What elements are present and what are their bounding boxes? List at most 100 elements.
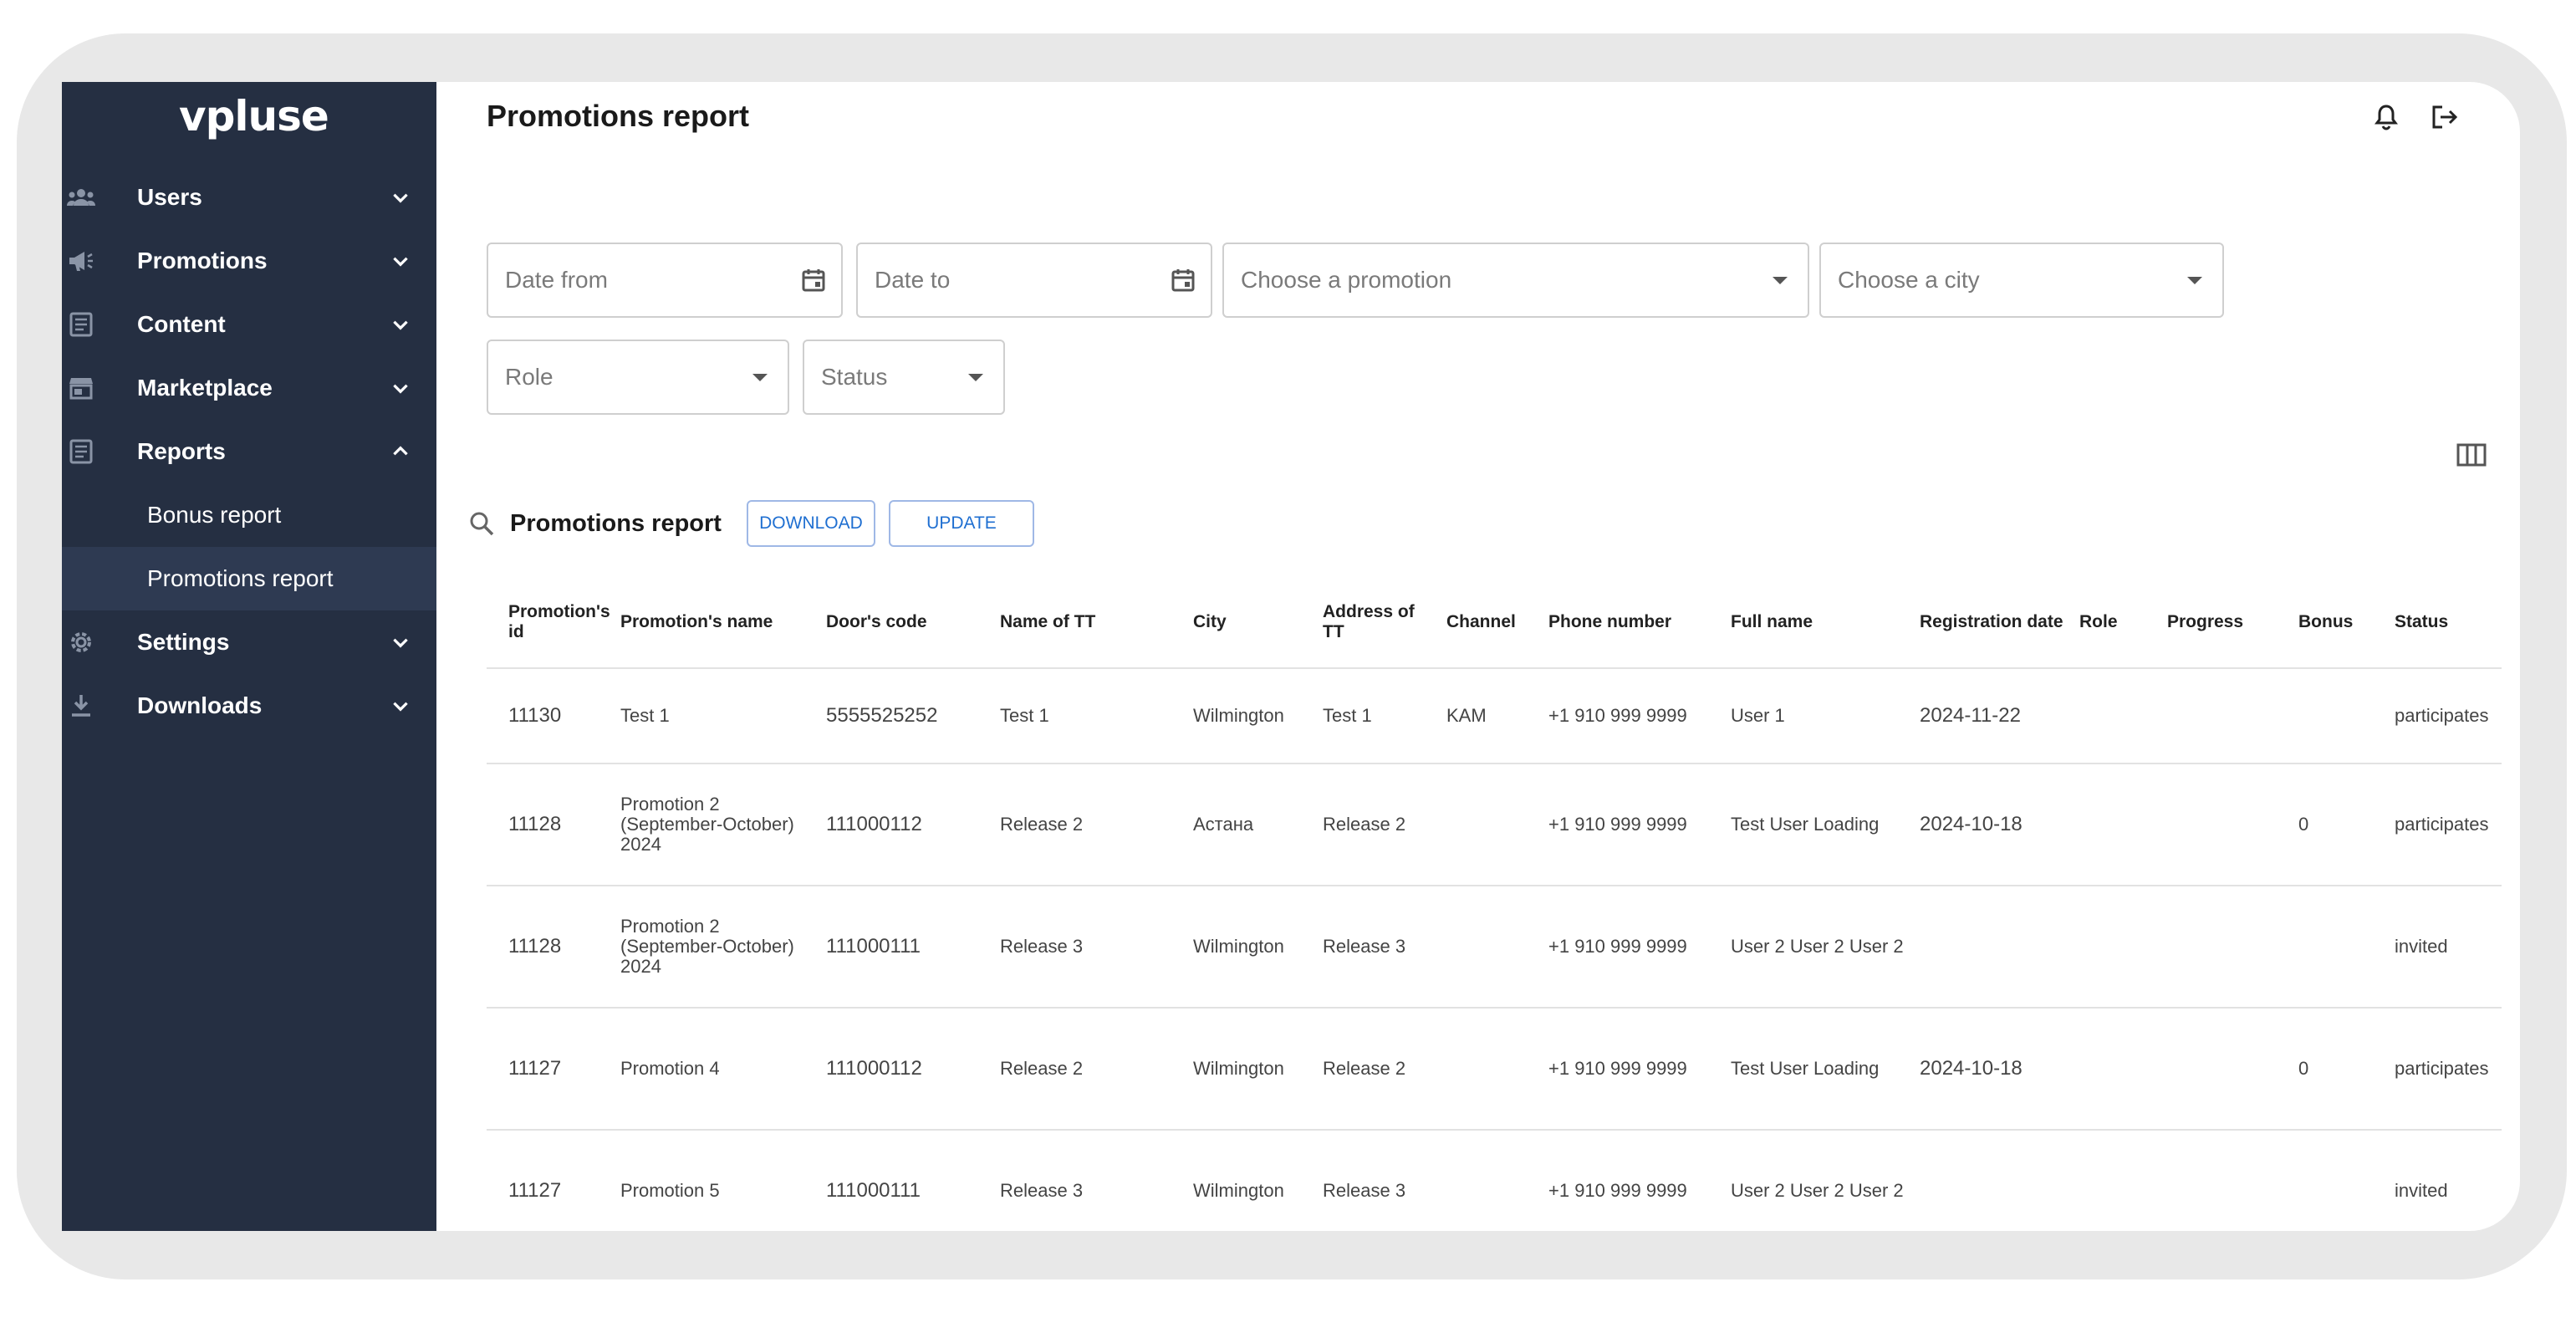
table-cell: 0 <box>2298 814 2309 835</box>
table-cell: Promotion 5 <box>620 1180 720 1201</box>
table-cell <box>2298 1131 2390 1231</box>
sidebar-item-marketplace[interactable]: Marketplace <box>62 356 436 420</box>
table-cell: Promotion 2 (September-October) 2024 <box>620 794 794 855</box>
column-header[interactable]: City <box>1193 592 1319 652</box>
table-cell: Test 1 <box>1323 705 1372 726</box>
page-title: Promotions report <box>487 99 750 133</box>
sidebar-subitem-bonus-report[interactable]: Bonus report <box>62 483 436 547</box>
table-row[interactable]: 11127 Promotion 5 111000111 Release 3 Wilmin… <box>487 1131 2502 1231</box>
sidebar-item-reports[interactable]: Reports <box>62 420 436 483</box>
header-actions <box>2369 100 2461 134</box>
table-cell <box>1446 886 1538 1007</box>
chevron-down-icon <box>393 702 408 712</box>
sidebar-item-content[interactable]: Content <box>62 293 436 356</box>
promotion-select[interactable]: Choose a promotion <box>1222 243 1809 318</box>
sidebar-item-promotions[interactable]: Promotions <box>62 229 436 293</box>
table-cell: Астана <box>1193 814 1254 835</box>
sidebar-item-label: Settings <box>137 629 230 655</box>
table-cell <box>2167 669 2293 763</box>
calendar-icon[interactable] <box>799 266 828 294</box>
table-cell: 111000111 <box>826 1179 921 1202</box>
calendar-icon[interactable] <box>1169 266 1197 294</box>
table-row[interactable]: 11128 Promotion 2 (September-October) 202… <box>487 764 2502 886</box>
promotion-placeholder: Choose a promotion <box>1241 267 1452 293</box>
sidebar-item-users[interactable]: Users <box>62 166 436 229</box>
table-cell: Release 2 <box>1323 1058 1406 1079</box>
store-icon <box>67 374 95 402</box>
column-header[interactable]: Channel <box>1446 592 1538 652</box>
dropdown-arrow-icon <box>962 363 990 391</box>
table-cell: User 2 User 2 User 2 <box>1731 1180 1904 1201</box>
table-cell: +1 910 999 9999 <box>1548 705 1687 726</box>
column-header[interactable]: Bonus <box>2298 592 2390 652</box>
main-content: Promotions report Date from Date to Choo… <box>436 82 2520 1231</box>
table-cell <box>1446 1131 1538 1231</box>
columns-icon[interactable] <box>2455 438 2488 472</box>
column-header[interactable]: Full name <box>1731 592 1915 652</box>
table-cell: 2024-10-18 <box>1920 813 2023 835</box>
status-select[interactable]: Status <box>803 340 1005 415</box>
table-cell: Wilmington <box>1193 705 1284 726</box>
table-cell: 11127 <box>508 1057 562 1080</box>
update-button[interactable]: UPDATE <box>888 500 1034 547</box>
sidebar-subitem-promotions-report[interactable]: Promotions report <box>62 547 436 610</box>
logout-icon[interactable] <box>2428 100 2461 134</box>
table-cell: +1 910 999 9999 <box>1548 1058 1687 1079</box>
column-header[interactable]: Promotion's name <box>620 592 821 652</box>
sidebar-item-label: Users <box>137 184 202 210</box>
table-row[interactable]: 11128 Promotion 2 (September-October) 202… <box>487 886 2502 1009</box>
column-header[interactable]: Progress <box>2167 592 2293 652</box>
table-cell: 111000112 <box>826 813 922 835</box>
table-cell: participates <box>2395 705 2489 726</box>
table-cell: Release 3 <box>1000 936 1084 957</box>
sidebar-item-settings[interactable]: Settings <box>62 610 436 674</box>
search-icon[interactable] <box>465 507 498 540</box>
logo: vpluse <box>179 92 329 140</box>
table-cell: 11128 <box>508 813 562 835</box>
table-cell: Release 2 <box>1000 1058 1084 1079</box>
column-header[interactable]: Address of TT <box>1323 592 1440 652</box>
table-row[interactable]: 11127 Promotion 4 111000112 Release 2 Wilmin… <box>487 1009 2502 1131</box>
column-header[interactable]: Registration date <box>1920 592 2070 652</box>
city-select[interactable]: Choose a city <box>1819 243 2224 318</box>
column-header[interactable]: Door's code <box>826 592 993 652</box>
table-cell: User 2 User 2 User 2 <box>1731 936 1904 957</box>
date-to-field[interactable]: Date to <box>856 243 1212 318</box>
bell-icon[interactable] <box>2369 100 2403 134</box>
report-table: Promotion's id Promotion's name Door's cod… <box>487 575 2502 1231</box>
table-cell: 2024-10-18 <box>1920 1057 2023 1080</box>
column-header[interactable]: Status <box>2395 592 2503 652</box>
table-cell: +1 910 999 9999 <box>1548 936 1687 957</box>
table-cell: Test User Loading <box>1731 1058 1880 1079</box>
document-icon <box>67 310 95 339</box>
chevron-down-icon <box>393 384 408 394</box>
table-cell: 2024-11-22 <box>1920 704 2021 727</box>
table-cell <box>1446 1009 1538 1129</box>
chevron-down-icon <box>393 320 408 330</box>
sidebar: vpluse Users Promotions Content Marketpl… <box>62 82 436 1231</box>
column-header[interactable]: Promotion's id <box>508 592 617 652</box>
status-placeholder: Status <box>821 364 888 390</box>
table-cell <box>2167 764 2293 885</box>
table-cell: Test 1 <box>620 705 670 726</box>
table-cell: 0 <box>2298 1058 2309 1079</box>
table-row[interactable]: 11130 Test 1 5555525252 Test 1 Wilmington Tes… <box>487 669 2502 764</box>
download-button[interactable]: DOWNLOAD <box>746 500 875 547</box>
table-cell <box>2079 1009 2163 1129</box>
role-placeholder: Role <box>505 364 553 390</box>
table-cell: 111000112 <box>826 1057 922 1080</box>
table-cell: 11127 <box>508 1179 562 1202</box>
table-cell <box>2079 886 2163 1007</box>
column-header[interactable]: Phone number <box>1548 592 1724 652</box>
table-cell <box>2079 669 2163 763</box>
role-select[interactable]: Role <box>487 340 789 415</box>
date-from-field[interactable]: Date from <box>487 243 843 318</box>
dropdown-arrow-icon <box>2181 266 2209 294</box>
sidebar-item-label: Marketplace <box>137 375 273 401</box>
table-cell: Promotion 4 <box>620 1058 720 1079</box>
sidebar-item-downloads[interactable]: Downloads <box>62 674 436 738</box>
download-icon <box>67 692 95 720</box>
table-cell <box>2079 764 2163 885</box>
column-header[interactable]: Role <box>2079 592 2163 652</box>
column-header[interactable]: Name of TT <box>1000 592 1184 652</box>
